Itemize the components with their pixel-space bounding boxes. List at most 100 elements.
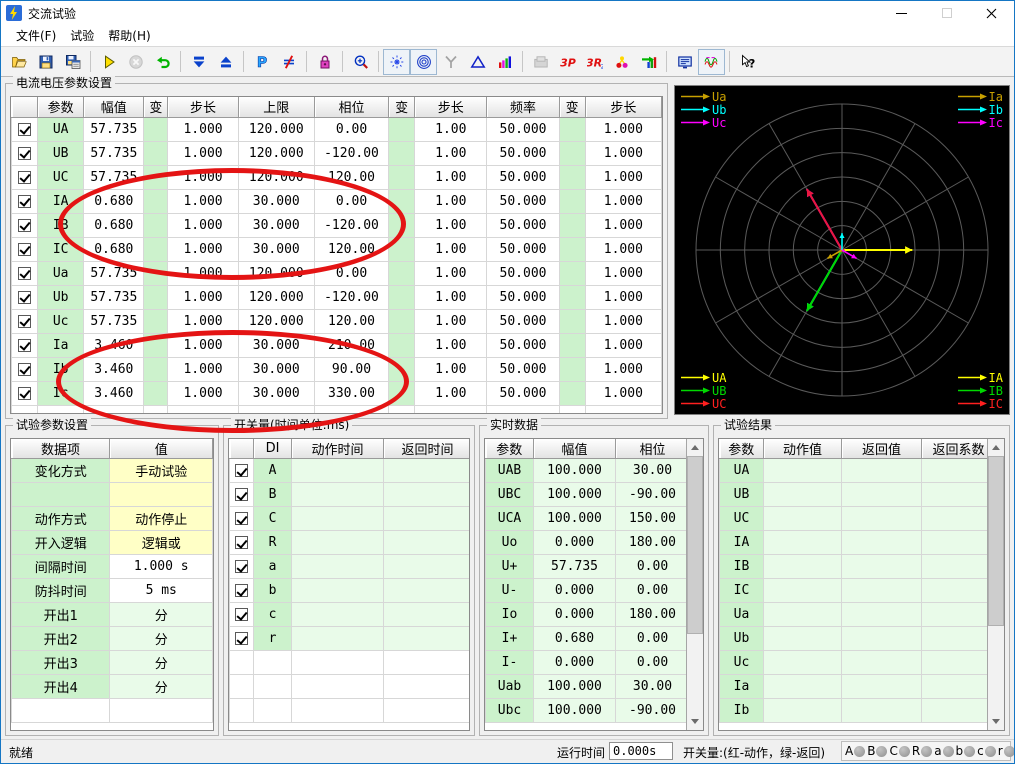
cell-Uc-limit[interactable]: 120.000: [238, 309, 314, 333]
scroll-down-button[interactable]: [988, 713, 1004, 730]
cell-Ub-limit[interactable]: 120.000: [238, 285, 314, 309]
toolbar-button-phase-p[interactable]: P: [248, 49, 275, 75]
cell-UB-amp[interactable]: 57.735: [84, 141, 144, 165]
cell-UB-name[interactable]: UB: [38, 141, 84, 165]
cell-UB-vary-8[interactable]: [559, 141, 585, 165]
cell-Ub-phase[interactable]: -120.00: [314, 285, 388, 309]
cell-UC-amp[interactable]: 57.735: [84, 165, 144, 189]
cell-Ic-freq[interactable]: 50.000: [487, 381, 559, 405]
param-row-IB-checkbox[interactable]: [18, 219, 31, 232]
cell-IC-freq[interactable]: 50.000: [487, 237, 559, 261]
cell-Ia-phase_step[interactable]: 1.00: [415, 333, 487, 357]
cell-IA-phase[interactable]: 0.00: [314, 189, 388, 213]
minimize-button[interactable]: [879, 1, 924, 25]
cell-Ib-phase_step[interactable]: 1.00: [415, 357, 487, 381]
cell-Ua-amp_step[interactable]: 1.000: [168, 261, 238, 285]
cell-IA-vary-5[interactable]: [389, 189, 415, 213]
cell-Ub-vary-5[interactable]: [389, 285, 415, 309]
realtime-scrollbar[interactable]: [686, 439, 703, 730]
param-row-Ia-checkbox[interactable]: [18, 339, 31, 352]
cell-Ic-phase[interactable]: 330.00: [314, 381, 388, 405]
cell-UB-limit[interactable]: 120.000: [238, 141, 314, 165]
toolbar-button-chart-arrow[interactable]: [635, 49, 662, 75]
cell-IC-limit[interactable]: 30.000: [238, 237, 314, 261]
toolbar-button-y-connection[interactable]: [437, 49, 464, 75]
cell-IB-phase_step[interactable]: 1.00: [415, 213, 487, 237]
cell-IA-freq_step[interactable]: 1.000: [585, 189, 661, 213]
tp-value-7[interactable]: 分: [110, 627, 213, 651]
scroll-thumb[interactable]: [988, 456, 1004, 626]
cell-UA-amp[interactable]: 57.735: [84, 117, 144, 141]
cell-UA-phase[interactable]: 0.00: [314, 117, 388, 141]
toolbar-button-concentric-circles[interactable]: [410, 49, 437, 75]
cell-Ic-name[interactable]: Ic: [38, 381, 84, 405]
cell-UB-freq_step[interactable]: 1.000: [585, 141, 661, 165]
close-button[interactable]: [969, 1, 1014, 25]
cell-Uc-amp[interactable]: 57.735: [84, 309, 144, 333]
toolbar-button-molecule[interactable]: [608, 49, 635, 75]
cell-Ib-limit[interactable]: 30.000: [238, 357, 314, 381]
cell-Ua-vary-8[interactable]: [559, 261, 585, 285]
cell-Ua-phase[interactable]: 0.00: [314, 261, 388, 285]
cell-UA-freq[interactable]: 50.000: [487, 117, 559, 141]
param-row-IC-checkbox[interactable]: [18, 243, 31, 256]
scroll-down-button[interactable]: [687, 713, 703, 730]
cell-IB-phase[interactable]: -120.00: [314, 213, 388, 237]
param-row-Ua-checkbox[interactable]: [18, 267, 31, 280]
cell-IC-vary-5[interactable]: [389, 237, 415, 261]
cell-IA-freq[interactable]: 50.000: [487, 189, 559, 213]
cell-IA-amp_step[interactable]: 1.000: [168, 189, 238, 213]
cell-UB-phase[interactable]: -120.00: [314, 141, 388, 165]
cell-Ia-vary-8[interactable]: [559, 333, 585, 357]
cell-UC-vary-1[interactable]: [144, 165, 168, 189]
cell-UC-freq[interactable]: 50.000: [487, 165, 559, 189]
cell-IB-amp_step[interactable]: 1.000: [168, 213, 238, 237]
cell-IA-amp[interactable]: 0.680: [84, 189, 144, 213]
param-row-UC-checkbox[interactable]: [18, 171, 31, 184]
toolbar-button-step-down[interactable]: [185, 49, 212, 75]
cell-Uc-vary-5[interactable]: [389, 309, 415, 333]
scroll-up-button[interactable]: [988, 439, 1004, 456]
cell-Ia-amp[interactable]: 3.460: [84, 333, 144, 357]
cell-Ia-limit[interactable]: 30.000: [238, 333, 314, 357]
cell-Ia-vary-5[interactable]: [389, 333, 415, 357]
sw-row-a-checkbox[interactable]: [235, 560, 248, 573]
tp-value-10[interactable]: [110, 699, 213, 723]
cell-UB-freq[interactable]: 50.000: [487, 141, 559, 165]
cell-Ub-freq_step[interactable]: 1.000: [585, 285, 661, 309]
cell-Ic-phase_step[interactable]: 1.00: [415, 381, 487, 405]
menu-item-2[interactable]: 试验: [63, 25, 101, 46]
cell-Ia-phase[interactable]: 210.00: [314, 333, 388, 357]
cell-UC-phase[interactable]: 120.00: [314, 165, 388, 189]
cell-Ua-phase_step[interactable]: 1.00: [415, 261, 487, 285]
cell-Ic-limit[interactable]: 30.000: [238, 381, 314, 405]
toolbar-button-control-panel[interactable]: [671, 49, 698, 75]
cell-Uc-amp_step[interactable]: 1.000: [168, 309, 238, 333]
param-row-Ub-checkbox[interactable]: [18, 291, 31, 304]
cell-Ia-freq_step[interactable]: 1.000: [585, 333, 661, 357]
toolbar-button-fault-lightning[interactable]: [275, 49, 302, 75]
toolbar-button-burst-star[interactable]: [383, 49, 410, 75]
cell-UB-phase_step[interactable]: 1.00: [415, 141, 487, 165]
cell-UA-amp_step[interactable]: 1.000: [168, 117, 238, 141]
cell-IB-vary-1[interactable]: [144, 213, 168, 237]
tp-value-8[interactable]: 分: [110, 651, 213, 675]
toolbar-button-save-report[interactable]: [59, 49, 86, 75]
cell-Ic-amp_step[interactable]: 1.000: [168, 381, 238, 405]
cell-Ub-phase_step[interactable]: 1.00: [415, 285, 487, 309]
cell-Ua-freq_step[interactable]: 1.000: [585, 261, 661, 285]
tp-value-9[interactable]: 分: [110, 675, 213, 699]
sw-row-A-checkbox[interactable]: [235, 464, 248, 477]
cell-IA-vary-1[interactable]: [144, 189, 168, 213]
cell-Ua-limit[interactable]: 120.000: [238, 261, 314, 285]
cell-Uc-vary-8[interactable]: [559, 309, 585, 333]
param-row-UB-checkbox[interactable]: [18, 147, 31, 160]
cell-Ua-vary-1[interactable]: [144, 261, 168, 285]
cell-Ua-vary-5[interactable]: [389, 261, 415, 285]
cell-Uc-freq[interactable]: 50.000: [487, 309, 559, 333]
toolbar-button-lock[interactable]: [311, 49, 338, 75]
toolbar-button-three-phase-r[interactable]: 3R2: [581, 49, 608, 75]
cell-IC-phase_step[interactable]: 1.00: [415, 237, 487, 261]
cell-Ua-freq[interactable]: 50.000: [487, 261, 559, 285]
cell-UA-vary-1[interactable]: [144, 117, 168, 141]
